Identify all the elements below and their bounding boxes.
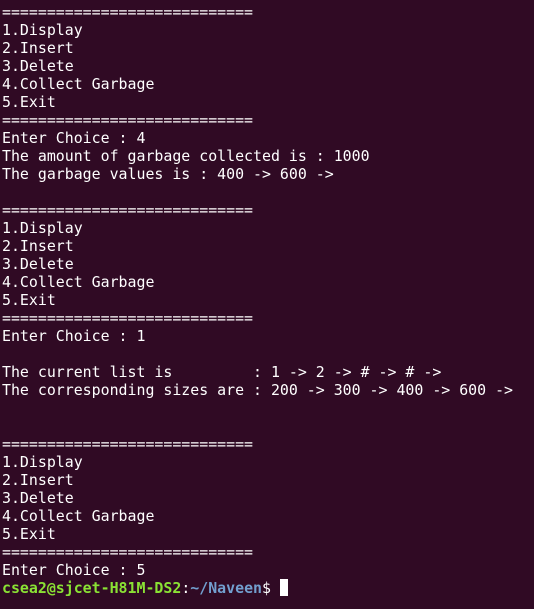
output-line: Enter Choice : 5 xyxy=(2,561,146,579)
output-line: 4.Collect Garbage xyxy=(2,75,155,93)
prompt-separator: : xyxy=(181,579,191,597)
output-line: 3.Delete xyxy=(2,489,74,507)
output-line: 1.Display xyxy=(2,21,83,39)
output-line: 4.Collect Garbage xyxy=(2,273,155,291)
output-line: ============================ xyxy=(2,111,254,129)
output-line: ============================ xyxy=(2,309,254,327)
output-line: Enter Choice : 4 xyxy=(2,129,146,147)
shell-prompt-line[interactable]: csea2@sjcet-H81M-DS2:~/Naveen$ xyxy=(2,579,534,597)
prompt-symbol: $ xyxy=(262,579,271,597)
output-line: 1.Display xyxy=(2,453,83,471)
terminal-window[interactable]: ============================ 1.Display 2.I… xyxy=(0,0,534,609)
output-line: 1.Display xyxy=(2,219,83,237)
output-line: The corresponding sizes are : 200 -> 300… xyxy=(2,381,514,399)
text-cursor xyxy=(279,579,288,596)
prompt-user-host: csea2@sjcet-H81M-DS2 xyxy=(2,579,182,597)
output-line: 2.Insert xyxy=(2,237,74,255)
output-line: ============================ xyxy=(2,435,254,453)
output-line: 5.Exit xyxy=(2,525,56,543)
output-line: 5.Exit xyxy=(2,291,56,309)
output-line: Enter Choice : 1 xyxy=(2,327,146,345)
output-line: The amount of garbage collected is : 100… xyxy=(2,147,370,165)
output-line: 2.Insert xyxy=(2,39,74,57)
output-line: ============================ xyxy=(2,3,254,21)
output-line: The garbage values is : 400 -> 600 -> xyxy=(2,165,334,183)
output-line: 4.Collect Garbage xyxy=(2,507,155,525)
output-line: 5.Exit xyxy=(2,93,56,111)
output-line: 3.Delete xyxy=(2,57,74,75)
output-line: 3.Delete xyxy=(2,255,74,273)
output-line: 2.Insert xyxy=(2,471,74,489)
terminal-output: ============================ 1.Display 2.I… xyxy=(2,3,534,579)
output-line: The current list is : 1 -> 2 -> # -> # -… xyxy=(2,363,442,381)
prompt-path: ~/Naveen xyxy=(190,579,263,597)
output-line: ============================ xyxy=(2,543,254,561)
output-line: ============================ xyxy=(2,201,254,219)
